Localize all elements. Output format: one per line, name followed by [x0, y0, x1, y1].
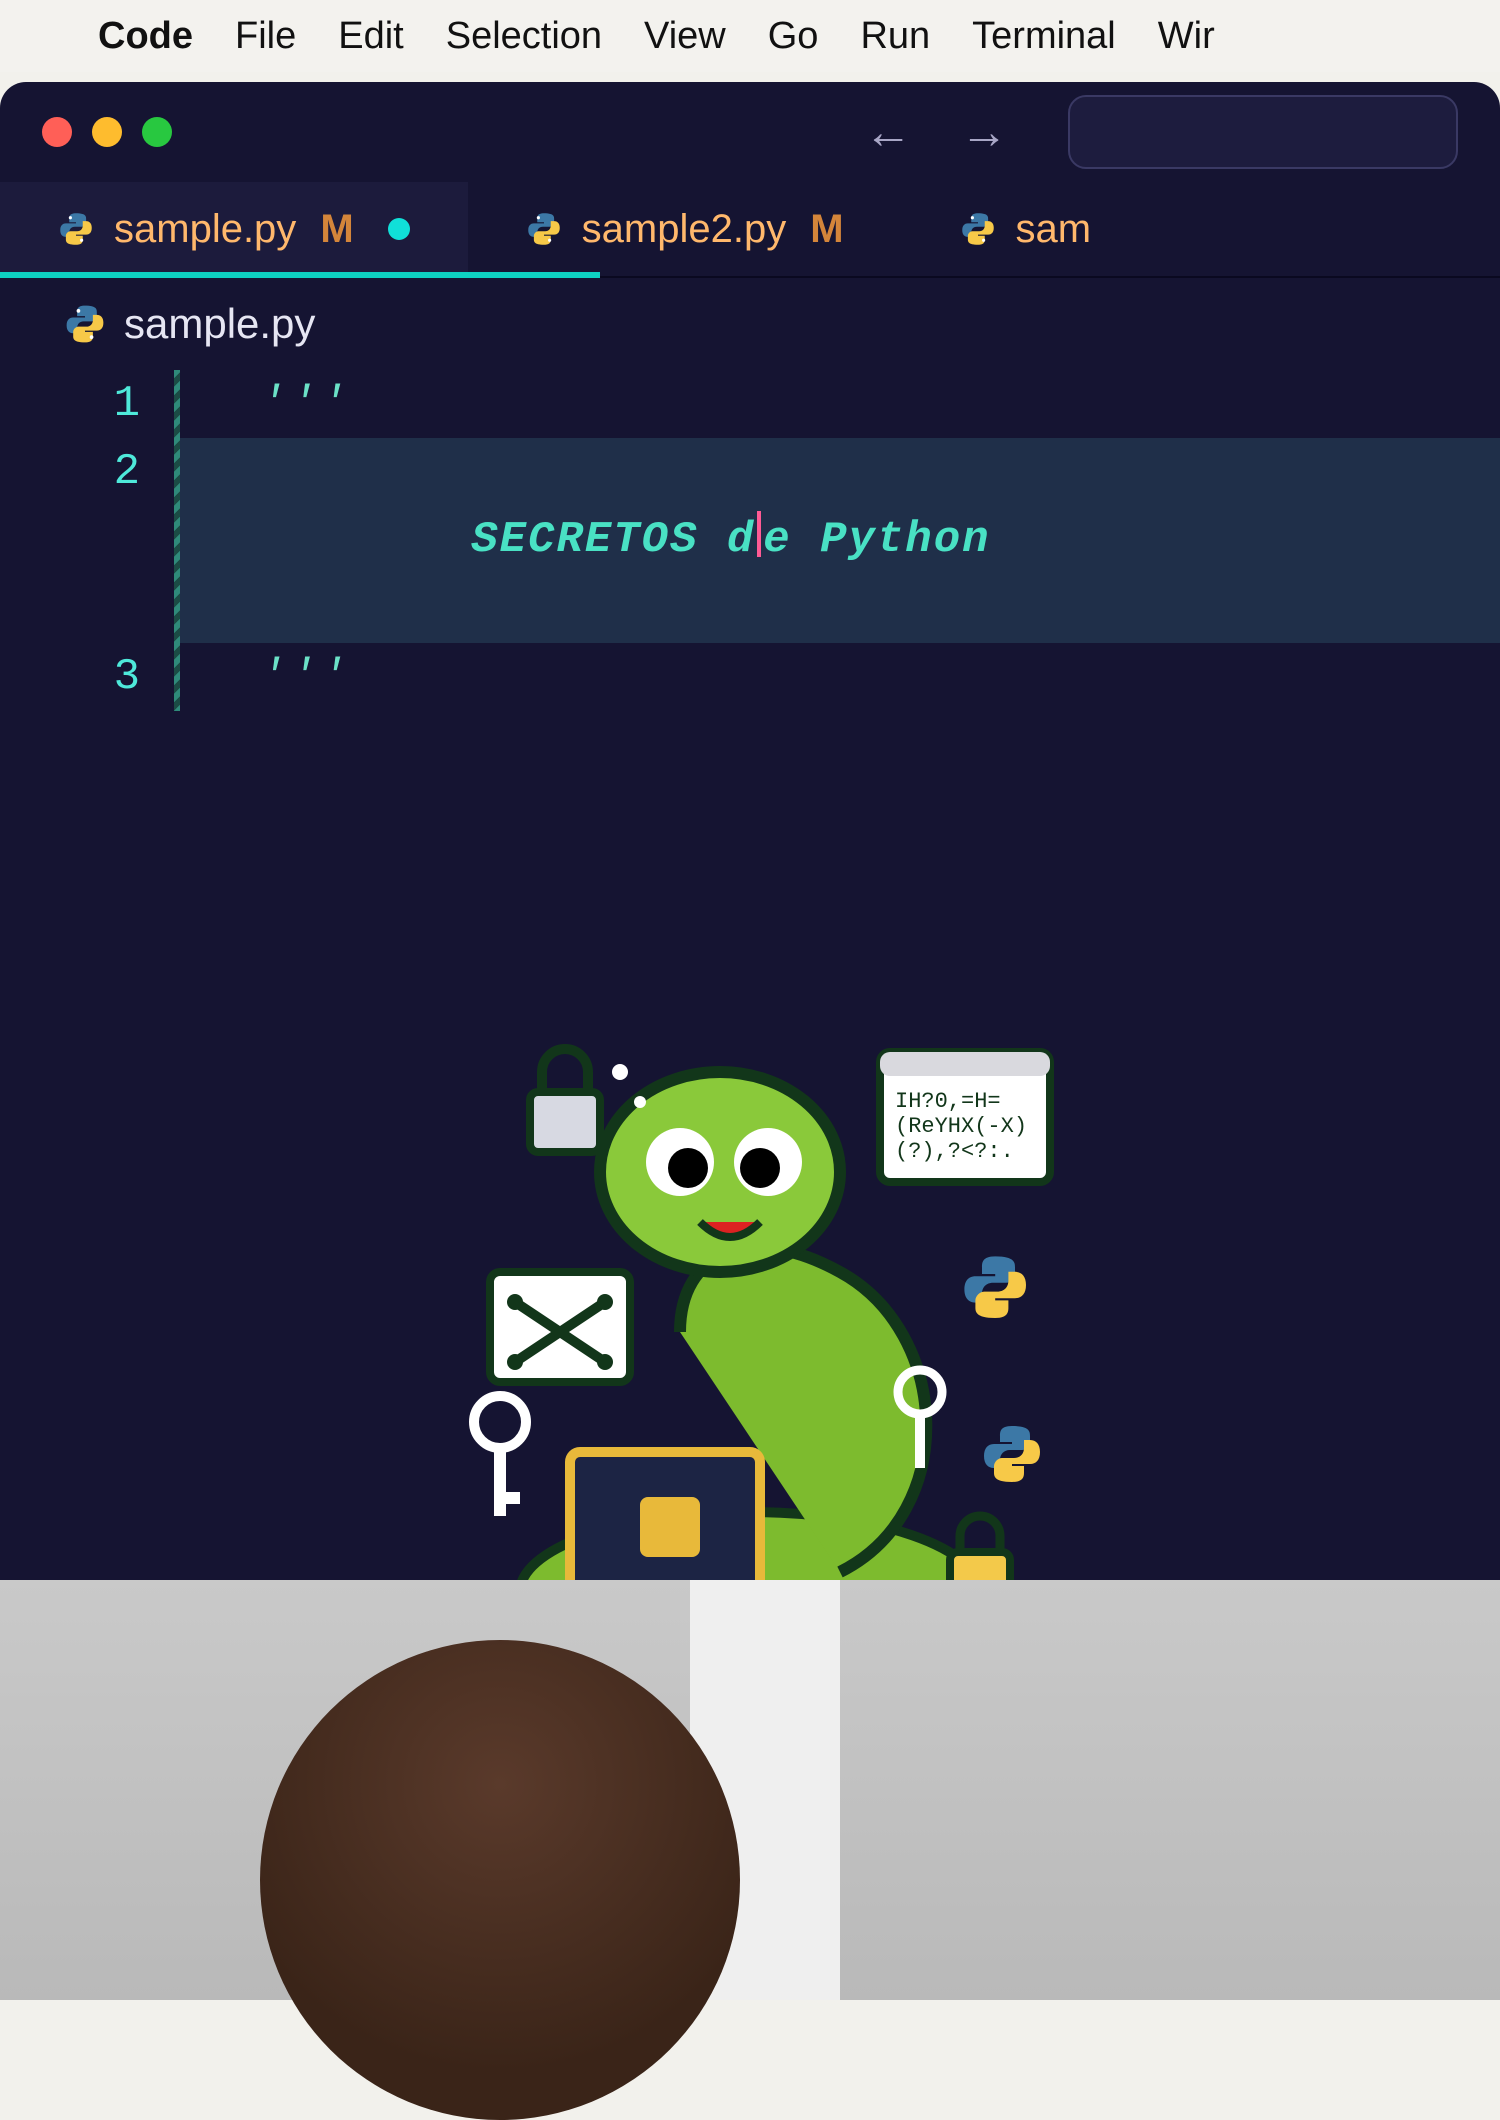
tab-label: sample2.py	[582, 207, 787, 252]
mac-menubar: Code File Edit Selection View Go Run Ter…	[0, 0, 1500, 72]
lock-icon	[530, 1049, 600, 1152]
python-file-icon	[960, 211, 996, 247]
editor-window: ← → sample.py M sample2.py M sam	[0, 82, 1500, 1602]
close-icon[interactable]	[42, 117, 72, 147]
code-text: '''	[180, 370, 351, 438]
tab-dirty-icon	[388, 218, 410, 240]
key-icon	[474, 1396, 526, 1516]
menu-run[interactable]: Run	[860, 15, 930, 58]
menu-selection[interactable]: Selection	[446, 15, 602, 58]
minimize-icon[interactable]	[92, 117, 122, 147]
breadcrumb-file: sample.py	[124, 300, 315, 348]
command-center-input[interactable]	[1068, 95, 1458, 169]
menu-app[interactable]: Code	[98, 15, 193, 58]
code-text: SECRETOS de Python	[180, 438, 1500, 643]
maximize-icon[interactable]	[142, 117, 172, 147]
tab-truncated[interactable]: sam	[902, 182, 1150, 276]
svg-text:(?),?<?:.: (?),?<?:.	[895, 1139, 1014, 1164]
menu-file[interactable]: File	[235, 15, 296, 58]
python-file-icon	[526, 211, 562, 247]
line-number: 1	[0, 370, 180, 438]
svg-text:IH?0,=H=: IH?0,=H=	[895, 1089, 1001, 1114]
nav-back-icon[interactable]: ←	[864, 105, 912, 160]
tab-modified-indicator: M	[810, 207, 843, 252]
line-number: 3	[0, 643, 180, 711]
text-cursor-icon	[757, 511, 761, 557]
python-file-icon	[58, 211, 94, 247]
code-text: '''	[180, 643, 351, 711]
breadcrumb[interactable]: sample.py	[0, 278, 1500, 370]
editor-tabs: sample.py M sample2.py M sam	[0, 182, 1500, 278]
python-logo-icon	[964, 1256, 1026, 1318]
svg-text:(ReYHX(-X): (ReYHX(-X)	[895, 1114, 1027, 1139]
python-file-icon	[64, 303, 106, 345]
menu-go[interactable]: Go	[768, 15, 819, 58]
nav-forward-icon[interactable]: →	[960, 105, 1008, 160]
tab-sample-py[interactable]: sample.py M	[0, 182, 468, 276]
python-logo-icon	[984, 1426, 1040, 1482]
code-line: 3 '''	[0, 643, 1500, 711]
code-line: 1 '''	[0, 370, 1500, 438]
python-snake-illustration: IH?0,=H= (ReYHX(-X) (?),?<?:.	[320, 952, 1160, 1602]
menu-terminal[interactable]: Terminal	[972, 15, 1116, 58]
code-editor[interactable]: 1 ''' 2 SECRETOS de Python 3 '''	[0, 370, 1500, 711]
app-window-icon	[490, 1272, 630, 1382]
titlebar: ← →	[0, 82, 1500, 182]
tab-label: sam	[1016, 207, 1092, 252]
tab-modified-indicator: M	[320, 207, 353, 252]
active-tab-indicator	[0, 272, 600, 278]
menu-edit[interactable]: Edit	[338, 15, 403, 58]
code-line: 2 SECRETOS de Python	[0, 438, 1500, 643]
presenter-webcam	[0, 1580, 1500, 2000]
line-number: 2	[0, 438, 180, 643]
window-controls	[42, 117, 172, 147]
code-window-icon: IH?0,=H= (ReYHX(-X) (?),?<?:.	[880, 1052, 1050, 1182]
nav-arrows: ← →	[864, 105, 1008, 160]
tab-label: sample.py	[114, 207, 296, 252]
menu-truncated[interactable]: Wir	[1158, 15, 1215, 58]
tab-sample2-py[interactable]: sample2.py M	[468, 182, 902, 276]
menu-view[interactable]: View	[644, 15, 726, 58]
